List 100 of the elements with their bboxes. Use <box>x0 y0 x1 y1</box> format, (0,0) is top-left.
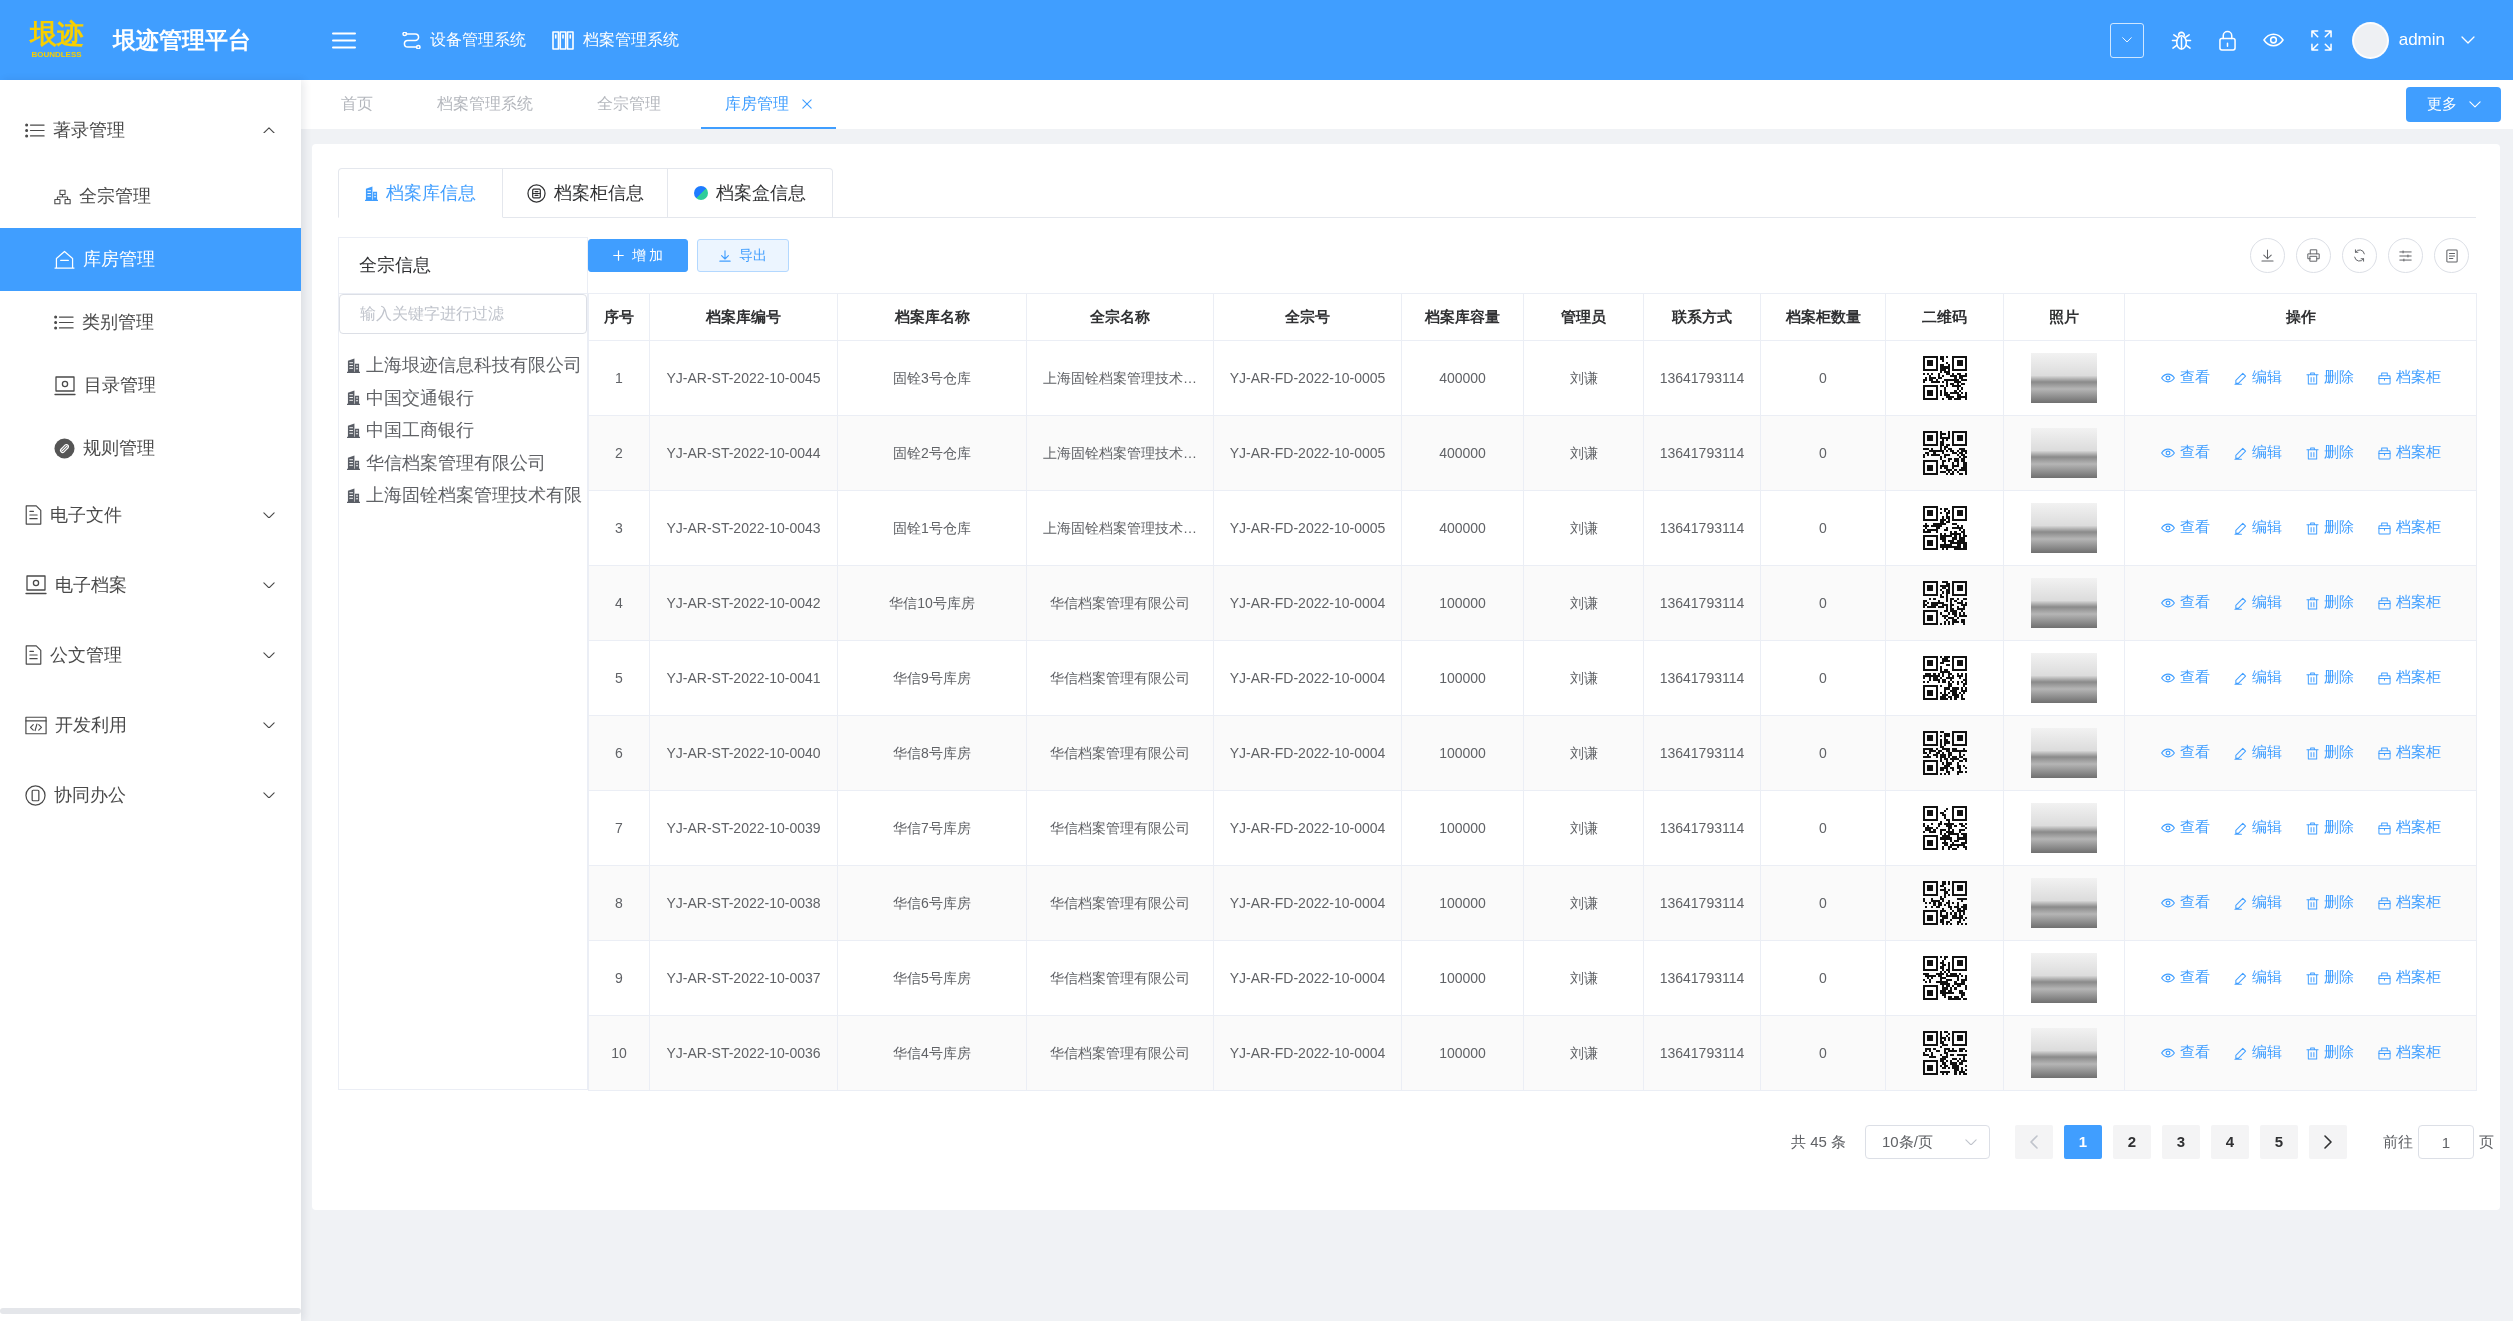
sidebar-subitem[interactable]: 全宗管理 <box>0 165 301 228</box>
sidebar-item[interactable]: 开发利用 <box>0 690 301 760</box>
sidebar-item[interactable]: 电子档案 <box>0 550 301 620</box>
export-button[interactable]: 导出 <box>697 239 789 272</box>
delete-link[interactable]: 删除 <box>2305 442 2354 464</box>
page-button[interactable]: 1 <box>2064 1125 2102 1159</box>
system-link[interactable]: 设备管理系统 <box>402 28 526 52</box>
edit-link[interactable]: 编辑 <box>2233 442 2282 464</box>
view-link[interactable]: 查看 <box>2160 442 2210 464</box>
edit-link[interactable]: 编辑 <box>2233 817 2282 839</box>
cabinet-link[interactable]: 档案柜 <box>2377 967 2441 989</box>
delete-link[interactable]: 删除 <box>2305 1042 2354 1064</box>
view-link[interactable]: 查看 <box>2160 667 2210 689</box>
delete-link[interactable]: 删除 <box>2305 667 2354 689</box>
eye-icon[interactable] <box>2262 33 2284 47</box>
add-button[interactable]: 增 加 <box>588 239 688 272</box>
edit-link[interactable]: 编辑 <box>2233 667 2282 689</box>
document-button[interactable] <box>2434 238 2469 273</box>
sidebar-subitem[interactable]: 目录管理 <box>0 354 301 417</box>
edit-link[interactable]: 编辑 <box>2233 1042 2282 1064</box>
menu-icon[interactable] <box>332 31 356 49</box>
cabinet-link[interactable]: 档案柜 <box>2377 367 2441 389</box>
cabinet-link[interactable]: 档案柜 <box>2377 1042 2441 1064</box>
delete-link[interactable]: 删除 <box>2305 517 2354 539</box>
edit-link[interactable]: 编辑 <box>2233 592 2282 614</box>
eye-icon <box>2160 673 2175 683</box>
eye-icon <box>2160 373 2175 383</box>
dropdown-toggle[interactable] <box>2109 22 2144 58</box>
page-button[interactable]: 4 <box>2211 1125 2249 1159</box>
tree-node[interactable]: 中国交通银行 <box>339 381 587 414</box>
cabinet-link[interactable]: 档案柜 <box>2377 517 2441 539</box>
fullscreen-icon[interactable] <box>2310 29 2332 51</box>
tab[interactable]: 档案库信息 <box>338 168 503 218</box>
download-button[interactable] <box>2250 238 2285 273</box>
tree-node[interactable]: 上海固铨档案管理技术有限 <box>339 479 587 512</box>
table-cell: YJ-AR-ST-2022-10-0040 <box>649 715 838 791</box>
close-icon[interactable] <box>802 98 812 109</box>
download-icon <box>2261 249 2274 262</box>
sidebar-item[interactable]: 著录管理 <box>0 95 301 165</box>
cabinet-link[interactable]: 档案柜 <box>2377 817 2441 839</box>
next-page-button[interactable] <box>2309 1125 2347 1159</box>
page-input[interactable]: 1 <box>2418 1125 2474 1159</box>
page-tab[interactable]: 全宗管理 <box>573 80 685 129</box>
qr-code-icon <box>1922 656 1967 700</box>
scrollbar[interactable] <box>0 1308 301 1314</box>
avatar[interactable] <box>2351 21 2389 59</box>
sidebar-subitem[interactable]: 规则管理 <box>0 417 301 480</box>
sidebar-subitem[interactable]: 类别管理 <box>0 291 301 354</box>
user-name[interactable]: admin <box>2398 27 2445 53</box>
cabinet-link[interactable]: 档案柜 <box>2377 892 2441 914</box>
bug-icon[interactable] <box>2170 29 2192 51</box>
delete-link[interactable]: 删除 <box>2305 592 2354 614</box>
edit-link[interactable]: 编辑 <box>2233 892 2282 914</box>
system-link[interactable]: 档案管理系统 <box>552 28 679 52</box>
view-link[interactable]: 查看 <box>2160 742 2210 764</box>
view-link[interactable]: 查看 <box>2160 1042 2210 1064</box>
page-button[interactable]: 5 <box>2260 1125 2298 1159</box>
edit-link[interactable]: 编辑 <box>2233 742 2282 764</box>
view-link[interactable]: 查看 <box>2160 967 2210 989</box>
cabinet-link[interactable]: 档案柜 <box>2377 442 2441 464</box>
tree-node[interactable]: 上海垠迹信息科技有限公司 <box>339 349 587 382</box>
more-button[interactable]: 更多 <box>2406 87 2501 122</box>
page-tab[interactable]: 档案管理系统 <box>413 80 557 129</box>
sidebar-item[interactable]: 公文管理 <box>0 620 301 690</box>
delete-link[interactable]: 删除 <box>2305 967 2354 989</box>
tree-node[interactable]: 中国工商银行 <box>339 414 587 447</box>
delete-link[interactable]: 删除 <box>2305 742 2354 764</box>
table-cell: 刘谦 <box>1523 940 1644 1016</box>
filter-field[interactable]: 输入关键字进行过滤 <box>339 294 587 334</box>
print-button[interactable] <box>2296 238 2331 273</box>
tab[interactable]: 档案柜信息 <box>503 168 668 218</box>
sidebar-item[interactable]: 电子文件 <box>0 480 301 550</box>
sidebar-item[interactable]: 协同办公 <box>0 760 301 830</box>
page-size-select[interactable]: 10条/页 <box>1865 1125 1990 1159</box>
view-link[interactable]: 查看 <box>2160 517 2210 539</box>
cabinet-link[interactable]: 档案柜 <box>2377 667 2441 689</box>
page-tab[interactable]: 库房管理 <box>701 80 836 129</box>
page-tab[interactable]: 首页 <box>317 80 397 129</box>
edit-link[interactable]: 编辑 <box>2233 517 2282 539</box>
tab[interactable]: 档案盒信息 <box>668 168 833 218</box>
view-link[interactable]: 查看 <box>2160 892 2210 914</box>
column-header: 联系方式 <box>1643 293 1761 341</box>
page-button[interactable]: 3 <box>2162 1125 2200 1159</box>
edit-link[interactable]: 编辑 <box>2233 367 2282 389</box>
lock-icon[interactable] <box>2218 29 2236 51</box>
delete-link[interactable]: 删除 <box>2305 817 2354 839</box>
hierarchy-icon <box>54 188 71 205</box>
delete-link[interactable]: 删除 <box>2305 892 2354 914</box>
page-button[interactable]: 2 <box>2113 1125 2151 1159</box>
delete-link[interactable]: 删除 <box>2305 367 2354 389</box>
cabinet-link[interactable]: 档案柜 <box>2377 742 2441 764</box>
edit-link[interactable]: 编辑 <box>2233 967 2282 989</box>
sliders-button[interactable] <box>2388 238 2423 273</box>
sidebar-subitem[interactable]: 库房管理 <box>0 228 301 291</box>
view-link[interactable]: 查看 <box>2160 367 2210 389</box>
cabinet-link[interactable]: 档案柜 <box>2377 592 2441 614</box>
refresh-button[interactable] <box>2342 238 2377 273</box>
tree-node[interactable]: 华信档案管理有限公司 <box>339 446 587 479</box>
view-link[interactable]: 查看 <box>2160 592 2210 614</box>
view-link[interactable]: 查看 <box>2160 817 2210 839</box>
